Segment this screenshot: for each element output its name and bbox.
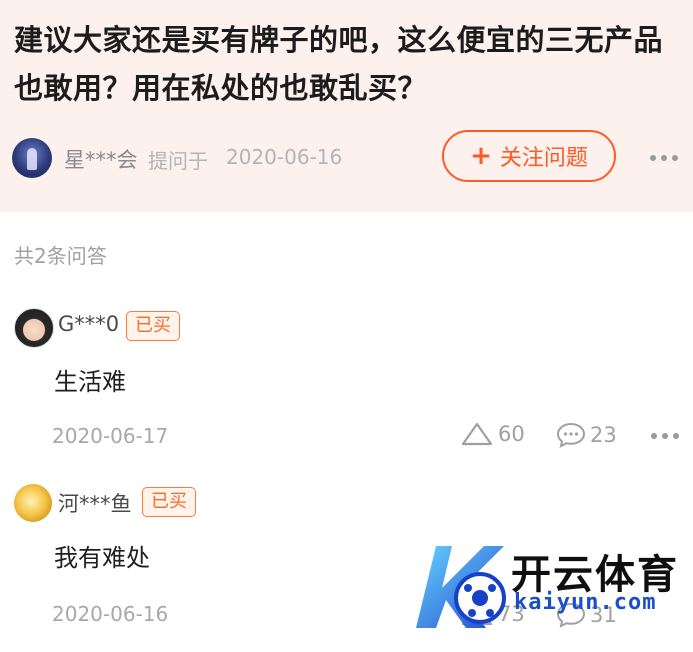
answer-user[interactable]: 河***鱼: [58, 488, 132, 518]
watermark-logo: 开云体育 kaiyun.com: [406, 536, 693, 640]
answer-2-header: 河***鱼 已买: [14, 484, 414, 526]
answers-count: 共2条问答: [14, 244, 107, 268]
bought-badge: 已买: [126, 311, 180, 341]
answer-text: 我有难处: [54, 544, 150, 572]
answer-date: 2020-06-17: [52, 424, 169, 448]
question-title: 建议大家还是买有牌子的吧，这么便宜的三无产品也敢用？用在私处的也敢乱买？: [14, 23, 664, 105]
asked-date: 2020-06-16: [226, 145, 343, 169]
like-count: 60: [498, 422, 525, 446]
watermark-brand-en: kaiyun.com: [514, 590, 657, 615]
answer-user[interactable]: G***0: [58, 312, 119, 336]
asked-label: 提问于: [148, 149, 208, 173]
answer-text: 生活难: [54, 368, 126, 396]
asker-name[interactable]: 星***会: [64, 144, 138, 174]
thumbs-up-icon: [461, 422, 493, 446]
bought-badge: 已买: [142, 487, 196, 517]
plus-icon: +: [470, 141, 492, 171]
comment-button[interactable]: 23: [556, 421, 617, 449]
comment-count: 23: [590, 423, 617, 447]
asker-avatar[interactable]: [12, 138, 52, 178]
more-options-icon[interactable]: [650, 155, 678, 161]
answer-1-header: G***0 已买: [14, 308, 414, 350]
like-button[interactable]: 60: [460, 421, 525, 447]
follow-question-button[interactable]: + 关注问题: [442, 130, 616, 182]
follow-question-label: 关注问题: [499, 146, 588, 171]
watermark-icon: [416, 546, 506, 628]
avatar[interactable]: [14, 308, 54, 348]
more-options-icon[interactable]: [651, 433, 679, 439]
asker-row: 星***会 提问于 2020-06-16 + 关注问题: [12, 130, 682, 182]
comment-icon: [556, 422, 586, 448]
answer-date: 2020-06-16: [52, 602, 169, 626]
avatar[interactable]: [14, 484, 52, 522]
